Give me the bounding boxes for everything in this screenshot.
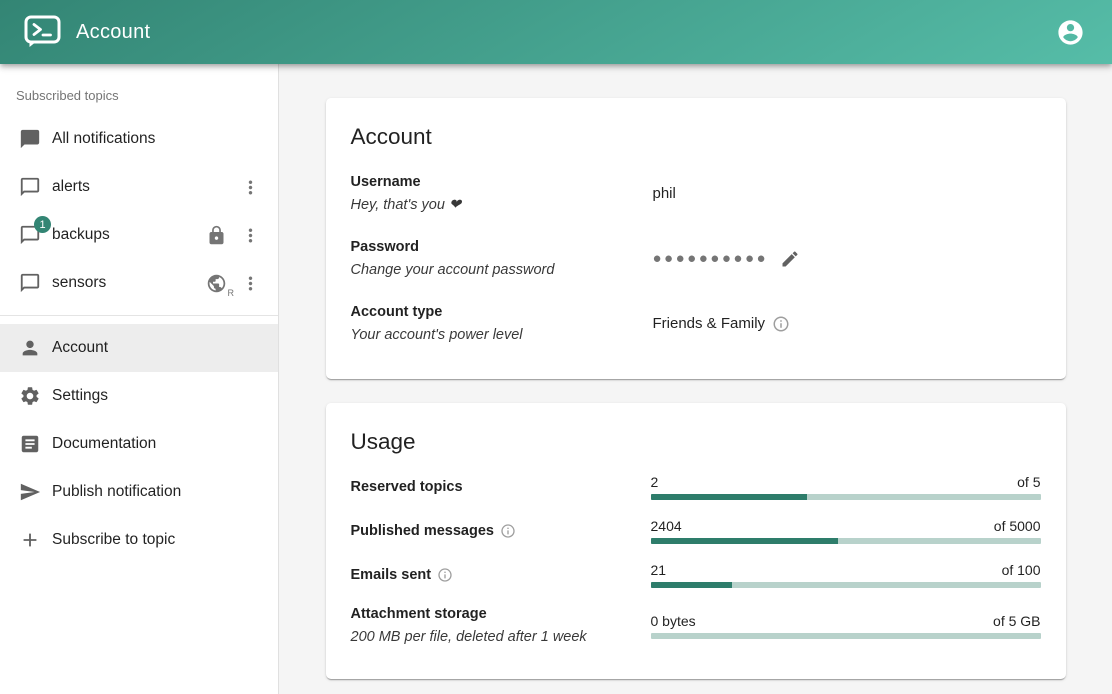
more-vert-icon bbox=[240, 177, 261, 198]
published-messages-row: Published messages 2404 of 5000 bbox=[351, 518, 1041, 544]
attachment-storage-caption: 200 MB per file, deleted after 1 week bbox=[351, 629, 651, 645]
password-caption: Change your account password bbox=[351, 262, 653, 278]
sidebar: Subscribed topics All notifications aler… bbox=[0, 64, 279, 694]
info-outline-icon[interactable] bbox=[437, 567, 453, 583]
username-caption: Hey, that's you ❤ bbox=[351, 197, 653, 213]
person-icon bbox=[18, 336, 42, 360]
send-icon bbox=[18, 480, 42, 504]
ntfy-logo-icon[interactable] bbox=[24, 15, 61, 49]
globe-reserved-icon: R bbox=[204, 271, 228, 295]
more-vert-icon bbox=[240, 225, 261, 246]
chat-outline-icon bbox=[18, 271, 42, 295]
info-outline-icon[interactable] bbox=[772, 315, 790, 333]
topic-menu-button[interactable] bbox=[238, 223, 262, 247]
sidebar-divider bbox=[0, 315, 278, 316]
password-row: Password Change your account password ●●… bbox=[351, 239, 1041, 278]
chat-outline-icon: 1 bbox=[18, 223, 42, 247]
account-type-label: Account type bbox=[351, 304, 653, 320]
nav-label: Account bbox=[52, 339, 262, 357]
account-type-row: Account type Your account's power level … bbox=[351, 304, 1041, 343]
topic-menu-button[interactable] bbox=[238, 175, 262, 199]
sidebar-item-documentation[interactable]: Documentation bbox=[0, 420, 278, 468]
main-area: Account Username Hey, that's you ❤ phil … bbox=[279, 64, 1112, 694]
published-messages-limit: of 5000 bbox=[994, 518, 1041, 534]
reserved-topics-limit: of 5 bbox=[1017, 474, 1040, 490]
emails-sent-progressbar bbox=[651, 582, 1041, 588]
emails-sent-value: 21 bbox=[651, 562, 667, 578]
sidebar-item-settings[interactable]: Settings bbox=[0, 372, 278, 420]
attachment-storage-label: Attachment storage bbox=[351, 606, 487, 622]
attachment-storage-value: 0 bytes bbox=[651, 613, 696, 629]
reserved-topics-value: 2 bbox=[651, 474, 659, 490]
published-messages-progressbar bbox=[651, 538, 1041, 544]
unread-count-badge: 1 bbox=[34, 216, 51, 233]
account-card: Account Username Hey, that's you ❤ phil … bbox=[326, 98, 1066, 379]
content-area: Subscribed topics All notifications aler… bbox=[0, 64, 1112, 694]
emails-sent-label: Emails sent bbox=[351, 567, 432, 583]
account-circle-icon bbox=[1056, 18, 1085, 47]
reserved-topics-row: Reserved topics 2 of 5 bbox=[351, 474, 1041, 500]
nav-label: Publish notification bbox=[52, 483, 262, 501]
nav-label: Subscribe to topic bbox=[52, 531, 262, 549]
chat-outline-icon bbox=[18, 175, 42, 199]
page-title: Account bbox=[76, 21, 150, 44]
attachment-storage-row: Attachment storage 200 MB per file, dele… bbox=[351, 606, 1041, 645]
pencil-icon bbox=[780, 249, 800, 269]
password-masked-value: ●●●●●●●●●● bbox=[653, 251, 769, 266]
account-type-value: Friends & Family bbox=[653, 315, 766, 332]
more-vert-icon bbox=[240, 273, 261, 294]
nav-label: Settings bbox=[52, 387, 262, 405]
sidebar-item-sensors[interactable]: sensors R bbox=[0, 259, 278, 307]
topic-label: alerts bbox=[52, 178, 228, 196]
username-label: Username bbox=[351, 174, 653, 190]
password-label: Password bbox=[351, 239, 653, 255]
info-outline-icon[interactable] bbox=[500, 523, 516, 539]
username-value: phil bbox=[653, 185, 676, 202]
username-row: Username Hey, that's you ❤ phil bbox=[351, 174, 1041, 213]
emails-sent-row: Emails sent 21 of 100 bbox=[351, 562, 1041, 588]
gear-icon bbox=[18, 384, 42, 408]
published-messages-label: Published messages bbox=[351, 523, 494, 539]
sidebar-item-publish-notification[interactable]: Publish notification bbox=[0, 468, 278, 516]
nav-label: Documentation bbox=[52, 435, 262, 453]
sidebar-item-alerts[interactable]: alerts bbox=[0, 163, 278, 211]
attachment-storage-limit: of 5 GB bbox=[993, 613, 1040, 629]
topic-label: sensors bbox=[52, 274, 194, 292]
published-messages-value: 2404 bbox=[651, 518, 682, 534]
article-icon bbox=[18, 432, 42, 456]
sidebar-item-all-notifications[interactable]: All notifications bbox=[0, 115, 278, 163]
topic-menu-button[interactable] bbox=[238, 271, 262, 295]
reserved-topics-progressbar bbox=[651, 494, 1041, 500]
attachment-storage-progressbar bbox=[651, 633, 1041, 639]
header-bar: Account bbox=[0, 0, 1112, 64]
usage-card: Usage Reserved topics 2 of 5 bbox=[326, 403, 1066, 679]
subscribed-topics-header: Subscribed topics bbox=[0, 72, 278, 115]
sidebar-item-backups[interactable]: 1 backups bbox=[0, 211, 278, 259]
emails-sent-limit: of 100 bbox=[1002, 562, 1041, 578]
sidebar-item-account[interactable]: Account bbox=[0, 324, 278, 372]
lock-icon bbox=[204, 223, 228, 247]
sidebar-item-subscribe-to-topic[interactable]: Subscribe to topic bbox=[0, 516, 278, 564]
account-card-title: Account bbox=[351, 124, 1041, 150]
topic-label: All notifications bbox=[52, 130, 262, 148]
ntfy-app: Account Subscribed topics All notificati… bbox=[0, 0, 1112, 694]
chat-filled-icon bbox=[18, 127, 42, 151]
usage-card-title: Usage bbox=[351, 429, 1041, 455]
account-menu-button[interactable] bbox=[1050, 12, 1090, 52]
reserved-topics-label: Reserved topics bbox=[351, 479, 463, 495]
account-type-caption: Your account's power level bbox=[351, 327, 653, 343]
plus-icon bbox=[18, 528, 42, 552]
topic-label: backups bbox=[52, 226, 194, 244]
edit-password-button[interactable] bbox=[778, 247, 802, 271]
reserved-subscript: R bbox=[228, 288, 235, 298]
